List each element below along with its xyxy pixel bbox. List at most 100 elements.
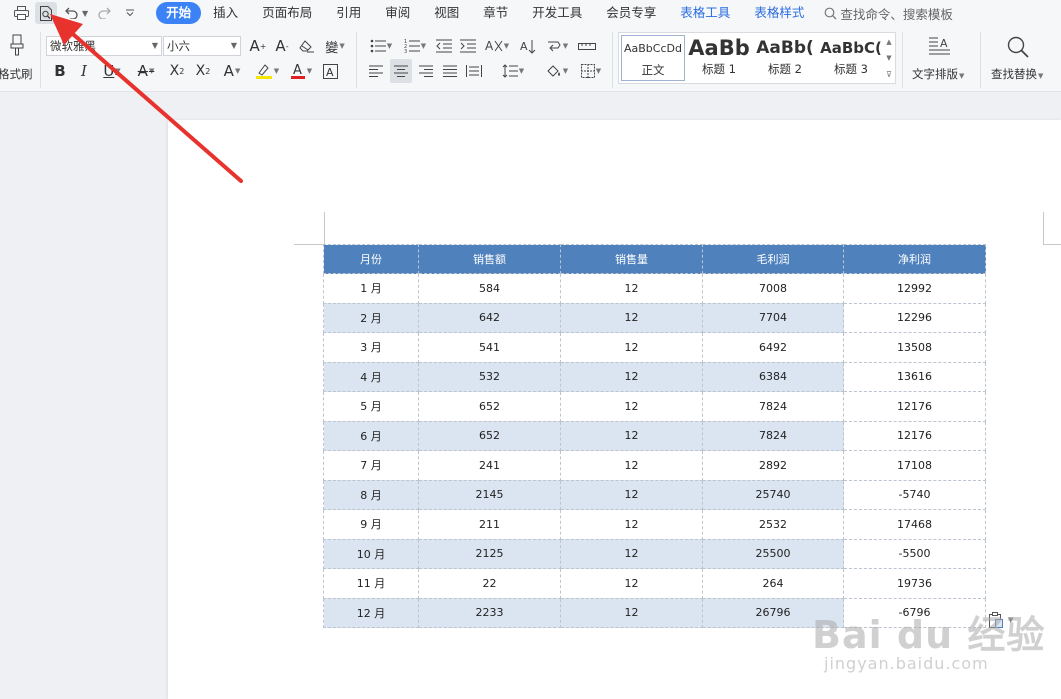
table-header-cell[interactable]: 净利润 bbox=[843, 244, 986, 274]
redo-button[interactable] bbox=[94, 2, 116, 24]
table-cell[interactable]: 12992 bbox=[843, 273, 986, 304]
table-cell[interactable]: -5500 bbox=[843, 538, 986, 569]
table-cell[interactable]: 12 bbox=[560, 568, 703, 599]
table-cell[interactable]: 12296 bbox=[843, 302, 986, 333]
char-border-button[interactable]: A bbox=[320, 61, 340, 81]
sort-button[interactable]: A bbox=[518, 36, 538, 56]
underline-button[interactable]: U ▼ bbox=[98, 61, 126, 81]
highlight-button[interactable]: ▼ bbox=[252, 61, 282, 81]
table-header-cell[interactable]: 月份 bbox=[323, 244, 419, 274]
command-search[interactable]: 查找命令、搜索模板 bbox=[824, 4, 953, 23]
shading-button[interactable]: ▼ bbox=[542, 61, 572, 81]
phonetic-guide-button[interactable]: 變 ▼ bbox=[322, 36, 348, 56]
show-marks-button[interactable]: ▼ bbox=[542, 36, 572, 56]
table-cell[interactable]: 13508 bbox=[843, 332, 986, 363]
table-cell[interactable]: 7704 bbox=[702, 302, 844, 333]
table-cell[interactable]: 241 bbox=[418, 450, 561, 481]
text-effect-button[interactable]: A ▼ bbox=[218, 61, 246, 81]
chinese-layout-button[interactable]: A ▼ bbox=[482, 36, 512, 56]
table-cell[interactable]: 12 bbox=[560, 479, 703, 510]
table-cell[interactable]: 12 bbox=[560, 420, 703, 451]
align-center-button[interactable] bbox=[390, 59, 412, 83]
table-cell[interactable]: 2892 bbox=[702, 450, 844, 481]
undo-dropdown-icon[interactable]: ▼ bbox=[82, 9, 88, 18]
table-cell[interactable]: 12 bbox=[560, 361, 703, 392]
table-cell[interactable]: 10 月 bbox=[323, 538, 419, 569]
align-left-button[interactable] bbox=[366, 61, 386, 81]
table-cell[interactable]: 8 月 bbox=[323, 479, 419, 510]
table-cell[interactable]: -6796 bbox=[843, 597, 986, 628]
table-cell[interactable]: 652 bbox=[418, 420, 561, 451]
font-name-select[interactable]: 微软雅黑 ▼ bbox=[46, 36, 162, 56]
customize-toolbar-button[interactable] bbox=[119, 2, 141, 24]
superscript-button[interactable]: X2 bbox=[166, 61, 188, 81]
table-cell[interactable]: 2532 bbox=[702, 509, 844, 540]
text-layout-label[interactable]: 文字排版▼ bbox=[912, 66, 964, 82]
table-header-cell[interactable]: 销售量 bbox=[560, 244, 703, 274]
borders-button[interactable]: ▼ bbox=[576, 61, 606, 81]
tab-developer[interactable]: 开发工具 bbox=[520, 2, 594, 24]
table-cell[interactable]: 19736 bbox=[843, 568, 986, 599]
table-cell[interactable]: 12 bbox=[560, 302, 703, 333]
increase-indent-button[interactable] bbox=[458, 36, 478, 56]
table-cell[interactable]: 12 bbox=[560, 509, 703, 540]
tab-member[interactable]: 会员专享 bbox=[594, 2, 668, 24]
numbered-list-button[interactable]: 1 2 3 ▼ bbox=[400, 36, 430, 56]
table-cell[interactable]: 541 bbox=[418, 332, 561, 363]
styles-expand[interactable]: ⊽ bbox=[883, 67, 895, 81]
table-header-cell[interactable]: 销售额 bbox=[418, 244, 561, 274]
table-cell[interactable]: 2125 bbox=[418, 538, 561, 569]
text-layout-button[interactable]: A bbox=[926, 34, 954, 60]
table-cell[interactable]: 2145 bbox=[418, 479, 561, 510]
sales-table[interactable]: 月份 销售额 销售量 毛利润 净利润 1 月 584 12 7008 12992 2 月6… bbox=[323, 244, 986, 628]
tab-insert[interactable]: 插入 bbox=[201, 2, 250, 24]
table-cell[interactable]: 7 月 bbox=[323, 450, 419, 481]
table-cell[interactable]: 264 bbox=[702, 568, 844, 599]
table-cell[interactable]: 6 月 bbox=[323, 420, 419, 451]
table-cell[interactable]: 12 bbox=[560, 538, 703, 569]
shrink-font-button[interactable]: A- bbox=[272, 36, 292, 56]
table-cell[interactable]: 642 bbox=[418, 302, 561, 333]
table-cell[interactable]: 25740 bbox=[702, 479, 844, 510]
table-cell[interactable]: 22 bbox=[418, 568, 561, 599]
table-cell[interactable]: 5 月 bbox=[323, 391, 419, 422]
decrease-indent-button[interactable] bbox=[434, 36, 454, 56]
style-heading-3[interactable]: AaBbC( 标题 3 bbox=[819, 35, 883, 81]
find-replace-label[interactable]: 查找替换▼ bbox=[991, 66, 1043, 82]
tab-view[interactable]: 视图 bbox=[422, 2, 471, 24]
tab-references[interactable]: 引用 bbox=[324, 2, 373, 24]
bold-button[interactable]: B bbox=[50, 61, 70, 81]
table-cell[interactable]: 584 bbox=[418, 273, 561, 304]
styles-scroll-down[interactable]: ▼ bbox=[883, 51, 895, 65]
tab-table-tools[interactable]: 表格工具 bbox=[668, 2, 742, 24]
find-replace-button[interactable] bbox=[1004, 34, 1032, 60]
table-cell[interactable]: 26796 bbox=[702, 597, 844, 628]
table-cell[interactable]: 13616 bbox=[843, 361, 986, 392]
styles-scroll-up[interactable]: ▲ bbox=[883, 35, 895, 49]
format-painter-button[interactable] bbox=[0, 32, 34, 58]
table-cell[interactable]: 12 bbox=[560, 597, 703, 628]
bullet-list-button[interactable]: ▼ bbox=[366, 36, 396, 56]
distributed-align-button[interactable] bbox=[464, 61, 484, 81]
font-size-select[interactable]: 小六 ▼ bbox=[163, 36, 241, 56]
ruler-button[interactable] bbox=[576, 36, 598, 56]
table-cell[interactable]: 17468 bbox=[843, 509, 986, 540]
table-cell[interactable]: 12176 bbox=[843, 391, 986, 422]
style-heading-2[interactable]: AaBb( 标题 2 bbox=[753, 35, 817, 81]
table-cell[interactable]: 12 bbox=[560, 450, 703, 481]
table-cell[interactable]: 25500 bbox=[702, 538, 844, 569]
line-spacing-button[interactable]: ▼ bbox=[498, 61, 528, 81]
font-color-button[interactable]: A ▼ bbox=[287, 61, 315, 81]
table-cell[interactable]: 6492 bbox=[702, 332, 844, 363]
style-heading-1[interactable]: AaBb 标题 1 bbox=[687, 35, 751, 81]
table-cell[interactable]: 3 月 bbox=[323, 332, 419, 363]
tab-review[interactable]: 审阅 bbox=[373, 2, 422, 24]
table-cell[interactable]: 12 月 bbox=[323, 597, 419, 628]
table-cell[interactable]: 11 月 bbox=[323, 568, 419, 599]
italic-button[interactable]: I bbox=[74, 61, 94, 81]
table-cell[interactable]: 7824 bbox=[702, 420, 844, 451]
table-cell[interactable]: 532 bbox=[418, 361, 561, 392]
print-button[interactable] bbox=[10, 2, 32, 24]
table-cell[interactable]: 7008 bbox=[702, 273, 844, 304]
table-cell[interactable]: 2233 bbox=[418, 597, 561, 628]
